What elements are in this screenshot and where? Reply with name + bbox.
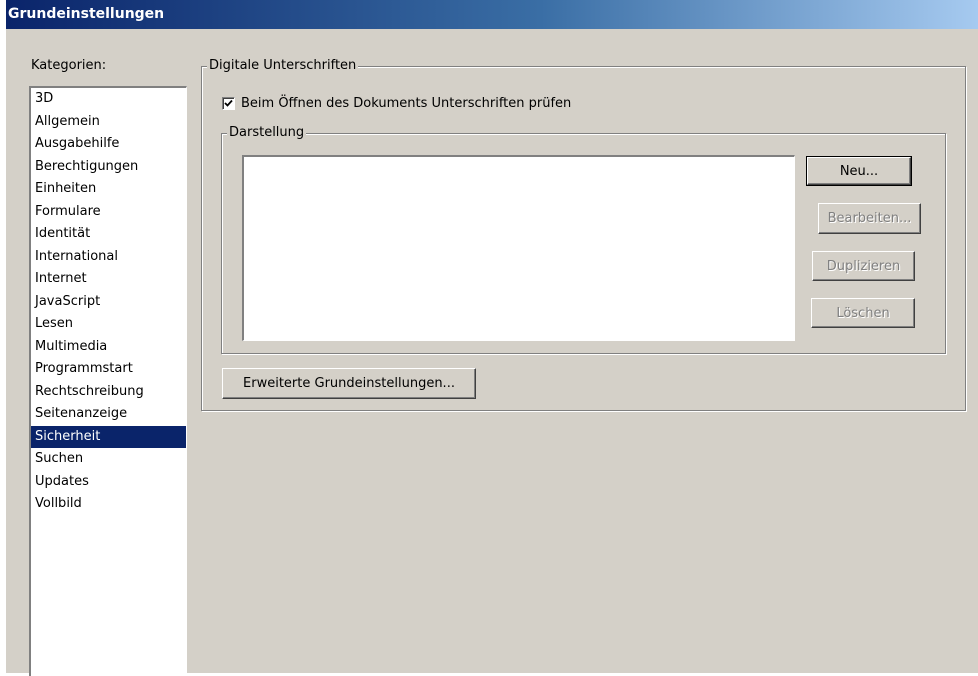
category-identitaet[interactable]: Identität bbox=[31, 223, 186, 246]
edit-appearance-button[interactable]: Bearbeiten... bbox=[818, 203, 921, 234]
category-formulare[interactable]: Formulare bbox=[31, 201, 186, 224]
verify-signatures-checkbox[interactable] bbox=[222, 97, 235, 110]
appearance-group-title: Darstellung bbox=[227, 125, 307, 141]
category-seitenanzeige[interactable]: Seitenanzeige bbox=[31, 403, 186, 426]
category-multimedia[interactable]: Multimedia bbox=[31, 336, 186, 359]
category-einheiten[interactable]: Einheiten bbox=[31, 178, 186, 201]
category-3d[interactable]: 3D bbox=[31, 88, 186, 111]
categories-label: Kategorien: bbox=[31, 58, 107, 73]
category-berechtigungen[interactable]: Berechtigungen bbox=[31, 156, 186, 179]
duplicate-appearance-button[interactable]: Duplizieren bbox=[812, 251, 915, 281]
category-ausgabehilfe[interactable]: Ausgabehilfe bbox=[31, 133, 186, 156]
category-updates[interactable]: Updates bbox=[31, 471, 186, 494]
category-suchen[interactable]: Suchen bbox=[31, 448, 186, 471]
title-bar[interactable]: Grundeinstellungen bbox=[6, 0, 978, 29]
category-javascript[interactable]: JavaScript bbox=[31, 291, 186, 314]
category-lesen[interactable]: Lesen bbox=[31, 313, 186, 336]
appearance-list[interactable] bbox=[242, 155, 795, 341]
preferences-window: Grundeinstellungen Kategorien: 3D Allgem… bbox=[0, 0, 978, 676]
checkmark-icon bbox=[224, 99, 233, 107]
category-vollbild[interactable]: Vollbild bbox=[31, 493, 186, 516]
appearance-group: Darstellung Neu... Bearbeiten... Duplizi… bbox=[221, 125, 946, 354]
category-programmstart[interactable]: Programmstart bbox=[31, 358, 186, 381]
categories-list[interactable]: 3D Allgemein Ausgabehilfe Berechtigungen… bbox=[29, 86, 187, 676]
advanced-preferences-button[interactable]: Erweiterte Grundeinstellungen... bbox=[222, 368, 476, 399]
category-allgemein[interactable]: Allgemein bbox=[31, 111, 186, 134]
digital-signatures-group: Digitale Unterschriften Beim Öffnen des … bbox=[201, 58, 966, 411]
new-appearance-button[interactable]: Neu... bbox=[806, 156, 912, 186]
delete-appearance-button[interactable]: Löschen bbox=[811, 298, 915, 328]
category-international[interactable]: International bbox=[31, 246, 186, 269]
category-sicherheit[interactable]: Sicherheit bbox=[31, 425, 186, 448]
category-internet[interactable]: Internet bbox=[31, 268, 186, 291]
verify-signatures-option[interactable]: Beim Öffnen des Dokuments Unterschriften… bbox=[222, 96, 571, 111]
verify-signatures-label: Beim Öffnen des Dokuments Unterschriften… bbox=[241, 96, 572, 111]
digital-signatures-group-title: Digitale Unterschriften bbox=[207, 58, 359, 74]
window-title: Grundeinstellungen bbox=[8, 6, 165, 22]
category-rechtschreibung[interactable]: Rechtschreibung bbox=[31, 381, 186, 404]
